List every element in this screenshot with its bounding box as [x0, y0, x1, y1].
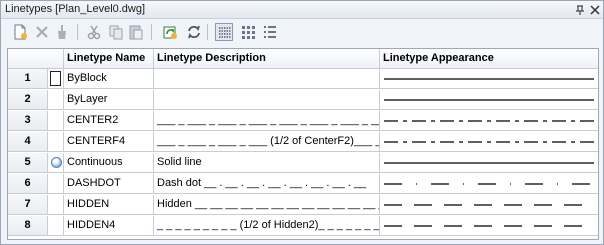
- linetype-appearance-cell: [380, 216, 598, 236]
- window-title: Linetypes [Plan_Level0.dwg]: [5, 3, 146, 15]
- linetype-appearance-cell: [380, 69, 598, 89]
- row-status-cell: [48, 174, 64, 194]
- linetype-name-cell[interactable]: CENTERF4: [64, 132, 154, 152]
- table-row[interactable]: 3 CENTER2 ___ _ ___ _ ___ _ ___ _ ___ _ __…: [8, 111, 598, 131]
- linetype-appearance-cell: [380, 153, 598, 173]
- header-linetype-name[interactable]: Linetype Name: [64, 49, 154, 69]
- linetype-preview: [384, 204, 594, 206]
- table-row[interactable]: 7 HIDDEN Hidden __ __ __ __ __ __ __ __ __…: [8, 195, 598, 215]
- table-row[interactable]: 5 Continuous Solid line: [8, 153, 598, 173]
- linetype-name-cell[interactable]: CENTER2: [64, 111, 154, 131]
- refresh-icon[interactable]: [185, 23, 203, 41]
- row-status-cell: [48, 132, 64, 152]
- linetype-name-cell[interactable]: HIDDEN: [64, 195, 154, 215]
- linetype-preview: [384, 225, 594, 227]
- row-number[interactable]: 4: [8, 132, 48, 152]
- row-status-cell: [48, 111, 64, 131]
- table-row[interactable]: 2 ByLayer: [8, 90, 598, 110]
- grid-header-row: Linetype Name Linetype Description Linet…: [8, 49, 598, 69]
- row-number[interactable]: 1: [8, 69, 48, 89]
- delete-icon[interactable]: [33, 23, 51, 41]
- list-view-icon[interactable]: [261, 23, 279, 41]
- selection-marker: [50, 71, 61, 86]
- header-corner: [8, 49, 64, 69]
- row-number[interactable]: 3: [8, 111, 48, 131]
- linetype-preview: [384, 99, 594, 101]
- cut-icon[interactable]: [85, 23, 103, 41]
- linetype-name-cell[interactable]: HIDDEN4: [64, 216, 154, 236]
- linetype-appearance-cell: [380, 174, 598, 194]
- details-view-icon[interactable]: [215, 23, 233, 41]
- table-row[interactable]: 6 DASHDOT Dash dot __ . __ . __ . __ . __ …: [8, 174, 598, 194]
- row-number[interactable]: 6: [8, 174, 48, 194]
- toolbar-separator: [207, 24, 208, 40]
- header-linetype-description[interactable]: Linetype Description: [154, 49, 380, 69]
- linetype-appearance-cell: [380, 132, 598, 152]
- linetypes-grid: Linetype Name Linetype Description Linet…: [7, 48, 599, 240]
- linetype-preview: [384, 78, 594, 80]
- linetype-description-cell[interactable]: ___ _ ___ _ ___ _ ___ (1/2 of CenterF2)_…: [154, 132, 380, 152]
- current-linetype-icon: [51, 157, 62, 168]
- row-status-cell: [48, 153, 64, 173]
- table-row[interactable]: 1 ByBlock: [8, 69, 598, 89]
- linetype-description-cell[interactable]: [154, 69, 380, 89]
- table-row[interactable]: 8 HIDDEN4 _ _ _ _ _ _ _ _ _ (1/2 of Hidden…: [8, 216, 598, 236]
- row-number[interactable]: 5: [8, 153, 48, 173]
- row-status-cell: [48, 195, 64, 215]
- linetype-description-cell[interactable]: Solid line: [154, 153, 380, 173]
- linetype-preview: [384, 120, 594, 122]
- linetype-name-cell[interactable]: ByLayer: [64, 90, 154, 110]
- row-status-cell: [48, 216, 64, 236]
- linetype-preview: [384, 183, 594, 185]
- linetype-appearance-cell: [380, 90, 598, 110]
- row-number[interactable]: 8: [8, 216, 48, 236]
- linetype-description-cell[interactable]: ___ _ ___ _ ___ _ ___ _ ___ _ ___ _ ___ …: [154, 111, 380, 131]
- row-number[interactable]: 2: [8, 90, 48, 110]
- pin-icon[interactable]: [573, 3, 587, 17]
- toolbar-separator: [77, 24, 78, 40]
- table-row[interactable]: 4 CENTERF4 ___ _ ___ _ ___ _ ___ (1/2 of C…: [8, 132, 598, 152]
- header-linetype-appearance[interactable]: Linetype Appearance: [380, 49, 598, 69]
- copy-icon[interactable]: [107, 23, 125, 41]
- row-status-cell: [48, 69, 64, 89]
- linetype-name-cell[interactable]: DASHDOT: [64, 174, 154, 194]
- linetype-description-cell[interactable]: Hidden __ __ __ __ __ __ __ __ __ __ __ …: [154, 195, 380, 215]
- linetype-description-cell[interactable]: Dash dot __ . __ . __ . __ . __ . __ . _…: [154, 174, 380, 194]
- row-number[interactable]: 7: [8, 195, 48, 215]
- purge-icon[interactable]: [53, 23, 71, 41]
- linetype-appearance-cell: [380, 111, 598, 131]
- linetype-appearance-cell: [380, 195, 598, 215]
- close-icon[interactable]: [588, 3, 602, 17]
- linetype-preview: [384, 162, 594, 164]
- linetype-description-cell[interactable]: _ _ _ _ _ _ _ _ _ (1/2 of Hidden2)_ _ _ …: [154, 216, 380, 236]
- new-icon[interactable]: [11, 23, 29, 41]
- title-bar: Linetypes [Plan_Level0.dwg]: [1, 1, 603, 19]
- linetype-preview: [384, 141, 594, 143]
- toolbar: [1, 20, 603, 44]
- load-icon[interactable]: [161, 23, 179, 41]
- linetypes-window: Linetypes [Plan_Level0.dwg] Linetype Nam…: [0, 0, 604, 245]
- linetype-name-cell[interactable]: Continuous: [64, 153, 154, 173]
- row-status-cell: [48, 90, 64, 110]
- icon-view-icon[interactable]: [239, 23, 257, 41]
- linetype-name-cell[interactable]: ByBlock: [64, 69, 154, 89]
- toolbar-separator: [151, 24, 152, 40]
- paste-icon[interactable]: [127, 23, 145, 41]
- linetype-description-cell[interactable]: [154, 90, 380, 110]
